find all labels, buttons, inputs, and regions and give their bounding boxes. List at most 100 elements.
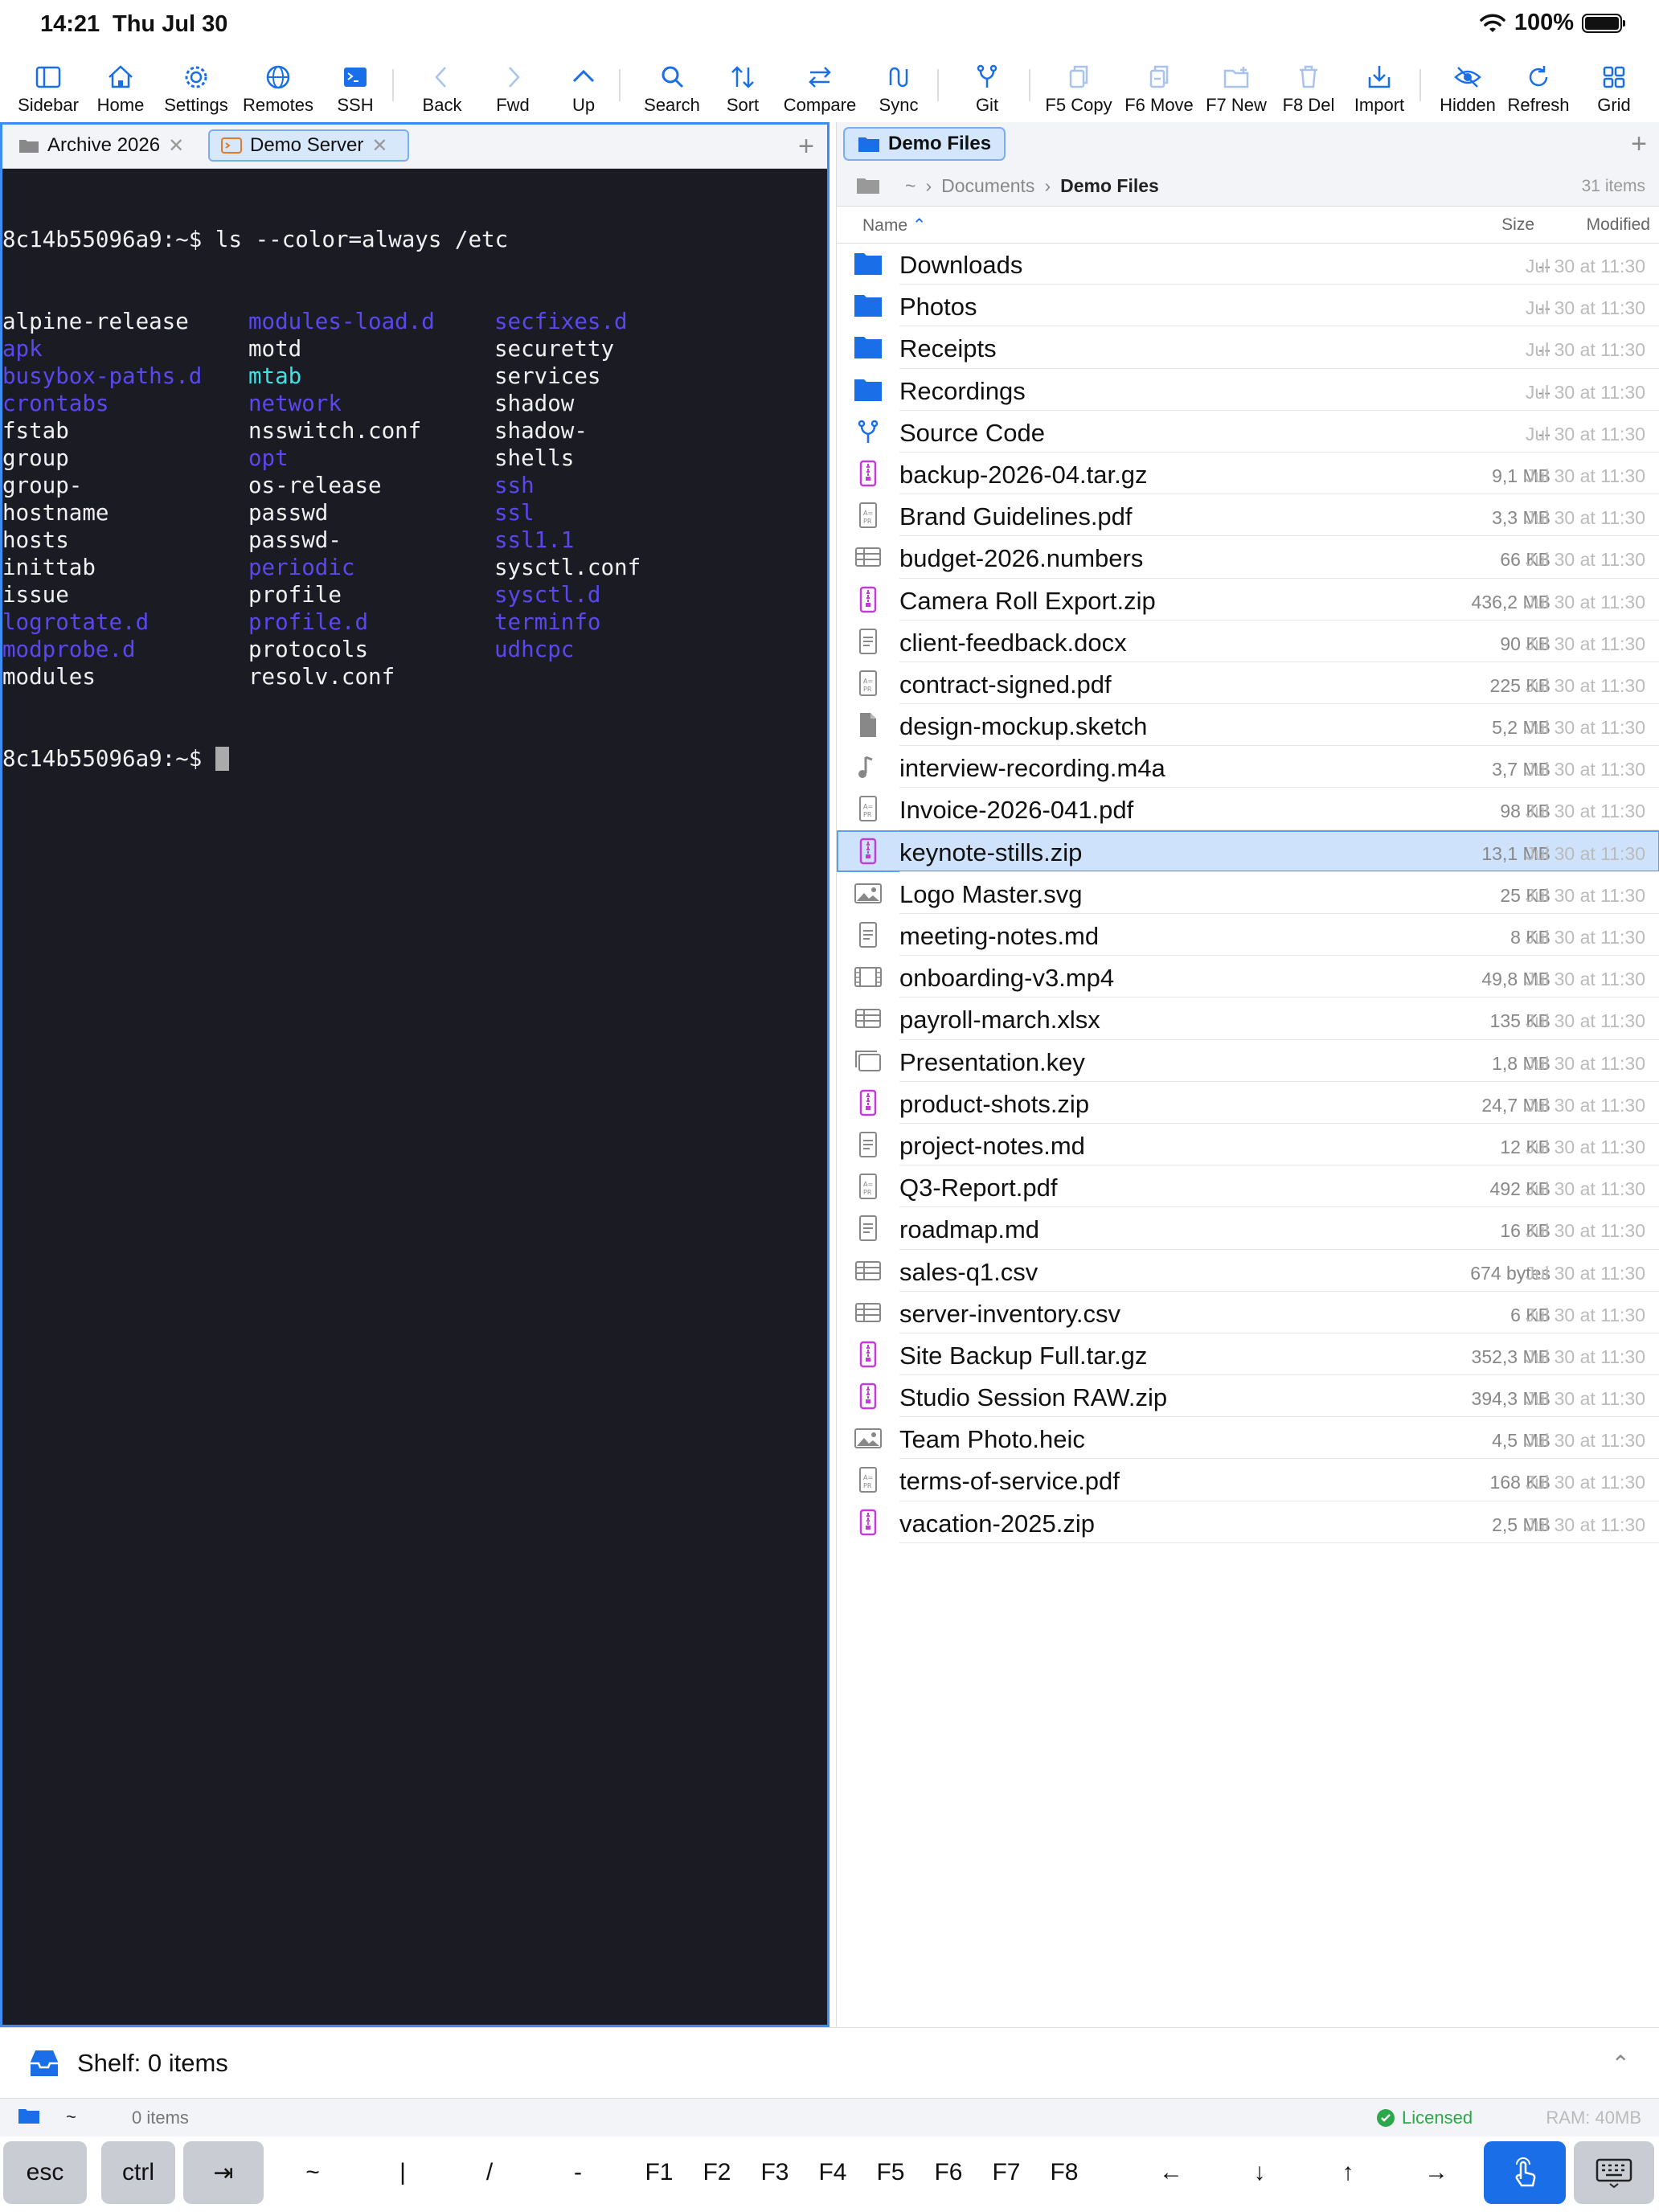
close-icon[interactable]: ✕ xyxy=(371,134,387,158)
f8-del-button[interactable]: F8 Del xyxy=(1268,55,1349,116)
breadcrumb-parent[interactable]: Documents xyxy=(941,175,1034,197)
file-modified: Jul 30 at 11:30 xyxy=(1525,1262,1645,1284)
file-row[interactable]: Downloads -- Jul 30 at 11:30 xyxy=(837,243,1659,285)
file-name: client-feedback.docx xyxy=(899,628,1127,657)
key-symbol-17[interactable]: ↑ xyxy=(1318,2141,1378,2204)
add-tab-button[interactable]: + xyxy=(798,131,814,162)
column-size[interactable]: Size xyxy=(1406,215,1534,235)
terminal-output[interactable]: 8c14b55096a9:~$ ls --color=always /etc a… xyxy=(2,168,827,2025)
key-f2[interactable]: F2 xyxy=(691,2141,743,2204)
key-symbol-3[interactable]: ~ xyxy=(273,2141,352,2204)
file-row[interactable]: project-notes.md 12 KB Jul 30 at 11:30 xyxy=(837,1124,1659,1166)
file-row[interactable]: Logo Master.svg 25 KB Jul 30 at 11:30 xyxy=(837,872,1659,914)
tab-archive-2026[interactable]: Archive 2026 ✕ xyxy=(7,129,200,162)
file-row[interactable]: Receipts -- Jul 30 at 11:30 xyxy=(837,326,1659,369)
key-symbol-4[interactable]: | xyxy=(363,2141,442,2204)
terminal-pane[interactable]: Archive 2026 ✕ Demo Server ✕ + 8c14b5509… xyxy=(0,122,830,2027)
key-symbol-18[interactable]: → xyxy=(1407,2141,1466,2204)
fwd-button[interactable]: Fwd xyxy=(473,55,553,116)
f7-new-button[interactable]: F7 New xyxy=(1196,55,1276,116)
breadcrumb-root[interactable]: ~ xyxy=(905,175,916,197)
key-f6[interactable]: F6 xyxy=(923,2141,974,2204)
file-row[interactable]: Team Photo.heic 4,5 MB Jul 30 at 11:30 xyxy=(837,1417,1659,1460)
sidebar-button[interactable]: Sidebar xyxy=(8,55,88,116)
key-f5[interactable]: F5 xyxy=(865,2141,916,2204)
breadcrumb-current[interactable]: Demo Files xyxy=(1060,175,1159,197)
f6-move-button[interactable]: F6 Move xyxy=(1119,55,1199,116)
file-name: backup-2026-04.tar.gz xyxy=(899,460,1148,489)
file-row[interactable]: Studio Session RAW.zip 394,3 MB Jul 30 at … xyxy=(837,1375,1659,1418)
file-row[interactable]: design-mockup.sketch 5,2 MB Jul 30 at 11:3… xyxy=(837,704,1659,747)
refresh-button[interactable]: Refresh xyxy=(1498,55,1579,116)
tab-demo-files[interactable]: Demo Files xyxy=(843,127,1006,161)
home-button[interactable]: Home xyxy=(80,55,161,116)
column-modified[interactable]: Modified xyxy=(1587,215,1650,235)
key-symbol-5[interactable]: / xyxy=(450,2141,529,2204)
sync-button[interactable]: Sync xyxy=(858,55,939,116)
sidebar-icon xyxy=(35,66,61,88)
file-row[interactable]: onboarding-v3.mp4 49,8 MB Jul 30 at 11:30 xyxy=(837,956,1659,998)
file-row[interactable]: payroll-march.xlsx 135 KB Jul 30 at 11:30 xyxy=(837,997,1659,1040)
file-name: server-inventory.csv xyxy=(899,1299,1121,1328)
file-row[interactable]: meeting-notes.md 8 KB Jul 30 at 11:30 xyxy=(837,914,1659,956)
status-time: 14:21 xyxy=(40,11,100,37)
grid-button[interactable]: Grid xyxy=(1574,55,1654,116)
key-f4[interactable]: F4 xyxy=(807,2141,858,2204)
file-row[interactable]: A= PR terms-of-service.pdf 168 KB Jul 30 at … xyxy=(837,1459,1659,1501)
close-icon[interactable]: ✕ xyxy=(168,134,184,158)
file-row[interactable]: vacation-2025.zip 2,5 MB Jul 30 at 11:30 xyxy=(837,1501,1659,1543)
column-name[interactable]: Name ⌃ xyxy=(862,215,926,236)
up-button[interactable]: Up xyxy=(543,55,624,116)
file-row[interactable]: Site Backup Full.tar.gz 352,3 MB Jul 30 at… xyxy=(837,1333,1659,1376)
compare-button[interactable]: Compare xyxy=(780,55,860,116)
file-row[interactable]: A= PR Q3-Report.pdf 492 KB Jul 30 at 11:30 xyxy=(837,1165,1659,1208)
key-symbol-6[interactable]: - xyxy=(539,2141,617,2204)
file-row[interactable]: backup-2026-04.tar.gz 9,1 MB Jul 30 at 11:… xyxy=(837,453,1659,495)
file-row[interactable]: A= PR Invoice-2026-041.pdf 98 KB Jul 30 at 1… xyxy=(837,788,1659,830)
key-ctrl[interactable]: ctrl xyxy=(101,2141,175,2204)
search-button[interactable]: Search xyxy=(632,55,712,116)
key-f3[interactable]: F3 xyxy=(749,2141,801,2204)
f5-copy-button[interactable]: F5 Copy xyxy=(1038,55,1119,116)
keyboard-toggle-key[interactable] xyxy=(1574,2141,1654,2204)
hidden-button[interactable]: Hidden xyxy=(1428,55,1508,116)
key-f1[interactable]: F1 xyxy=(633,2141,685,2204)
file-row[interactable]: budget-2026.numbers 66 KB Jul 30 at 11:30 xyxy=(837,536,1659,579)
key-symbol-15[interactable]: ← xyxy=(1141,2141,1201,2204)
chevron-up-icon[interactable]: ⌃ xyxy=(1612,2050,1630,2077)
shelf[interactable]: Shelf: 0 items ⌃ xyxy=(0,2027,1659,2099)
key-f8[interactable]: F8 xyxy=(1038,2141,1090,2204)
touch-mode-key[interactable] xyxy=(1484,2141,1566,2204)
file-row[interactable]: keynote-stills.zip 13,1 MB Jul 30 at 11:30 xyxy=(837,830,1659,872)
file-row[interactable]: Recordings -- Jul 30 at 11:30 xyxy=(837,369,1659,411)
file-name: product-shots.zip xyxy=(899,1089,1090,1118)
footer-bar: ~ 0 items Licensed RAM: 40MB xyxy=(0,2098,1659,2137)
file-row[interactable]: server-inventory.csv 6 KB Jul 30 at 11:30 xyxy=(837,1292,1659,1333)
file-row[interactable]: product-shots.zip 24,7 MB Jul 30 at 11:30 xyxy=(837,1082,1659,1124)
toolbar-label: Grid xyxy=(1597,95,1631,115)
file-row[interactable]: Presentation.key 1,8 MB Jul 30 at 11:30 xyxy=(837,1040,1659,1082)
file-row[interactable]: client-feedback.docx 90 KB Jul 30 at 11:30 xyxy=(837,621,1659,662)
key-symbol-2[interactable]: ⇥ xyxy=(183,2141,264,2204)
tab-demo-server[interactable]: Demo Server ✕ xyxy=(208,129,409,162)
file-row[interactable]: A= PR contract-signed.pdf 225 KB Jul 30 at 1… xyxy=(837,662,1659,705)
add-tab-button[interactable]: + xyxy=(1631,129,1647,160)
ssh-button[interactable]: SSH xyxy=(315,55,395,116)
file-row[interactable]: sales-q1.csv 674 bytes Jul 30 at 11:30 xyxy=(837,1250,1659,1292)
remotes-button[interactable]: Remotes xyxy=(238,55,318,116)
file-row[interactable]: Photos -- Jul 30 at 11:30 xyxy=(837,285,1659,327)
file-row[interactable]: Camera Roll Export.zip 436,2 MB Jul 30 at … xyxy=(837,579,1659,621)
file-name: Presentation.key xyxy=(899,1047,1085,1076)
import-button[interactable]: Import xyxy=(1339,55,1419,116)
key-esc[interactable]: esc xyxy=(3,2141,87,2204)
file-row[interactable]: interview-recording.m4a 3,7 MB Jul 30 at 1… xyxy=(837,746,1659,789)
settings-button[interactable]: Settings xyxy=(156,55,236,116)
file-row[interactable]: A= PR Brand Guidelines.pdf 3,3 MB Jul 30 at … xyxy=(837,494,1659,537)
file-row[interactable]: Source Code -- Jul 30 at 11:30 xyxy=(837,411,1659,453)
sort-button[interactable]: Sort xyxy=(703,55,783,116)
key-symbol-16[interactable]: ↓ xyxy=(1230,2141,1289,2204)
file-row[interactable]: roadmap.md 16 KB Jul 30 at 11:30 xyxy=(837,1207,1659,1250)
back-button[interactable]: Back xyxy=(402,55,482,116)
key-f7[interactable]: F7 xyxy=(981,2141,1032,2204)
git-button[interactable]: Git xyxy=(947,55,1027,116)
